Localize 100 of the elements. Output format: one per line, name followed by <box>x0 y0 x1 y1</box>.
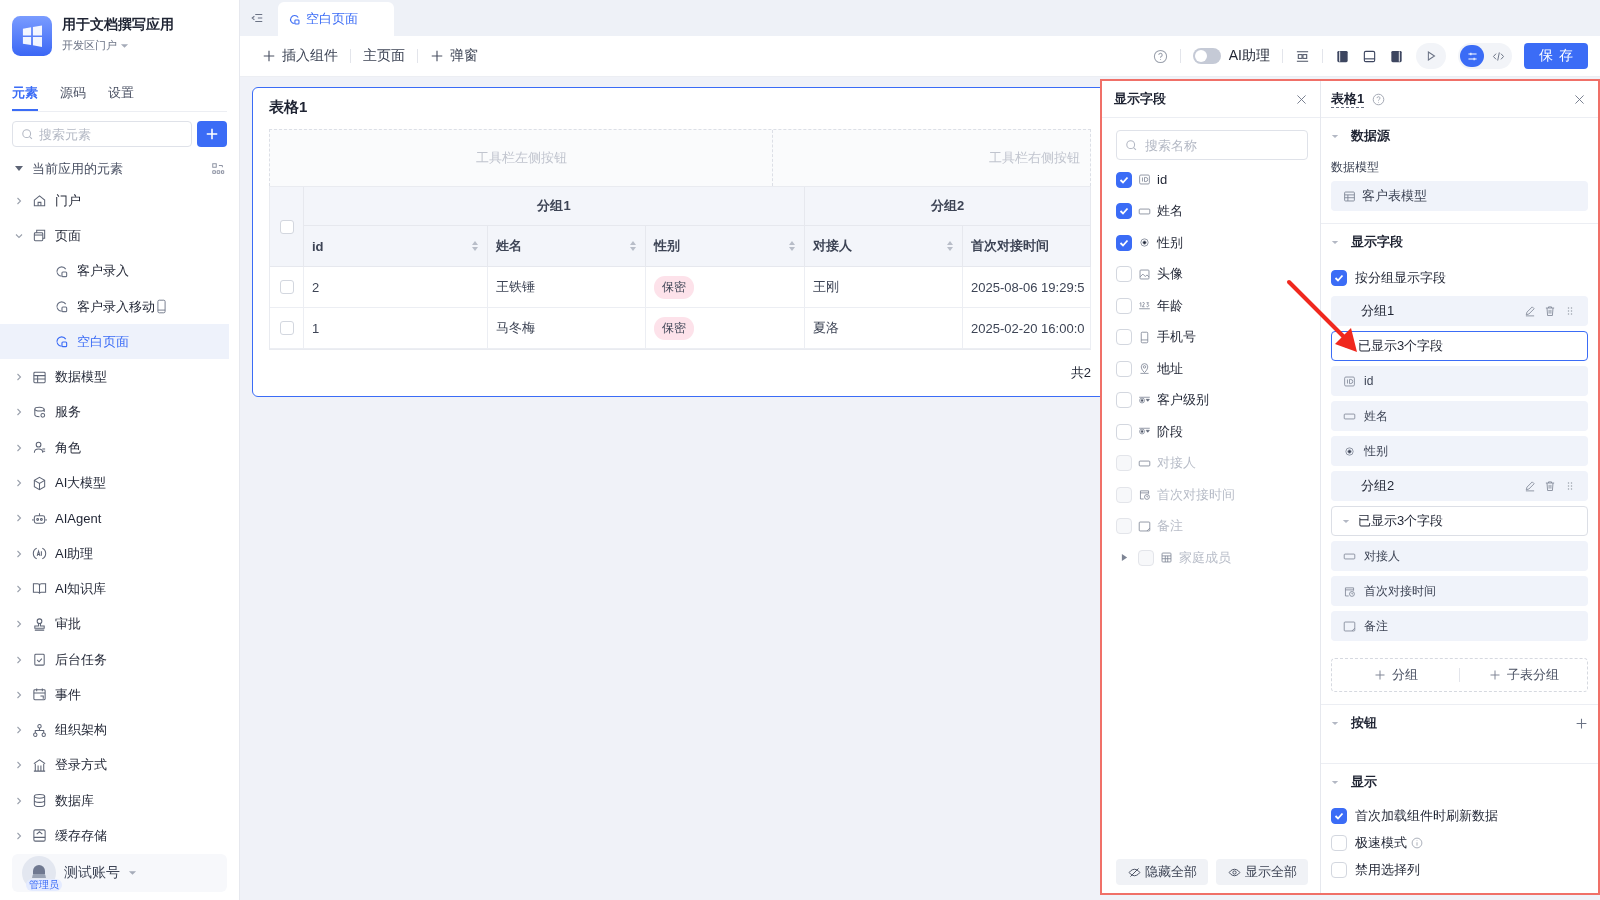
right-panel-icon[interactable] <box>1389 48 1404 64</box>
caret-icon[interactable] <box>1331 239 1339 245</box>
close-icon[interactable] <box>1295 92 1308 106</box>
help-icon[interactable] <box>1152 48 1168 64</box>
field-item[interactable]: id <box>1331 366 1588 396</box>
chevron-icon[interactable] <box>14 583 24 594</box>
layout-icon[interactable] <box>1295 48 1310 64</box>
chevron-icon[interactable] <box>14 725 24 736</box>
checkbox[interactable] <box>1116 234 1132 251</box>
tree-item[interactable]: 数据库 <box>0 783 229 819</box>
tree-item[interactable]: 缓存存储 <box>0 818 229 854</box>
add-group-button[interactable]: 分组 <box>1332 666 1459 684</box>
tree-item[interactable]: 后台任务 <box>0 641 229 678</box>
save-button[interactable]: 保存 <box>1524 43 1588 69</box>
help-icon[interactable] <box>1372 92 1386 106</box>
column-header[interactable]: 首次对接时间 <box>963 226 1091 267</box>
trash-icon[interactable] <box>1544 305 1556 317</box>
locate-icon[interactable] <box>211 162 225 176</box>
portal-switcher[interactable]: 开发区门户 <box>62 38 174 53</box>
chevron-icon[interactable] <box>14 548 24 559</box>
sidebar-tab[interactable]: 元素 <box>12 80 38 111</box>
column-header[interactable]: 姓名 <box>488 226 646 267</box>
add-icon[interactable] <box>1575 716 1588 730</box>
checkbox[interactable] <box>1116 171 1132 188</box>
show-all-button[interactable]: 显示全部 <box>1216 859 1308 885</box>
chevron-icon[interactable] <box>14 831 24 841</box>
tree-item[interactable]: AI知识库 <box>0 571 229 607</box>
tree-item[interactable]: 登录方式 <box>0 747 229 784</box>
tree-item[interactable]: AI大模型 <box>0 465 229 501</box>
checkbox[interactable] <box>1331 808 1347 824</box>
checkbox[interactable] <box>1331 270 1347 286</box>
add-button[interactable] <box>197 121 227 147</box>
hide-all-button[interactable]: 隐藏全部 <box>1116 859 1208 885</box>
field-item[interactable]: 对接人 <box>1331 541 1588 571</box>
chevron-icon[interactable] <box>14 372 24 383</box>
info-icon[interactable] <box>1411 837 1423 849</box>
edit-icon[interactable] <box>1524 480 1536 492</box>
chevron-icon[interactable] <box>14 513 24 524</box>
toggle-switch[interactable] <box>1192 48 1221 64</box>
caret-icon[interactable] <box>1331 133 1339 139</box>
chevron-icon[interactable] <box>14 760 24 771</box>
model-selector[interactable]: 客户表模型 <box>1331 181 1588 211</box>
group-row[interactable]: 分组1 <box>1331 296 1588 326</box>
chevron-icon[interactable] <box>14 689 24 700</box>
tree-item[interactable]: 客户录入 <box>0 253 229 289</box>
sidebar-tab[interactable]: 源码 <box>60 80 86 111</box>
caret-icon[interactable] <box>1331 720 1339 726</box>
chevron-icon[interactable] <box>14 442 24 453</box>
tree-item[interactable]: 空白页面 <box>0 324 229 360</box>
account-menu[interactable]: 管理员 测试账号 <box>12 854 227 892</box>
sort-icon[interactable] <box>629 240 637 252</box>
column-header[interactable]: id <box>304 226 488 267</box>
chevron-icon[interactable] <box>14 654 24 665</box>
sort-icon[interactable] <box>946 240 954 252</box>
toolbar-button[interactable]: 主页面 <box>363 47 405 65</box>
preview-button[interactable] <box>1416 43 1446 69</box>
sort-icon[interactable] <box>471 240 479 252</box>
tree-item[interactable]: 事件 <box>0 677 229 713</box>
bottom-panel-icon[interactable] <box>1362 48 1377 64</box>
collapse-caret-icon[interactable] <box>14 165 24 173</box>
insert-button[interactable]: 弹窗 <box>430 47 478 65</box>
chevron-icon[interactable] <box>14 619 24 630</box>
trash-icon[interactable] <box>1544 480 1556 492</box>
add-group-button[interactable]: 子表分组 <box>1460 666 1587 684</box>
tree-item[interactable]: 数据模型 <box>0 359 229 395</box>
collapse-header[interactable]: 已显示3个字段 <box>1331 506 1588 536</box>
tree-item[interactable]: 角色 <box>0 430 229 466</box>
field-item[interactable]: 姓名 <box>1331 401 1588 431</box>
collapse-header[interactable]: 已显示3个字段 <box>1331 331 1588 361</box>
tree-item[interactable]: 客户录入移动 <box>0 288 229 325</box>
sort-icon[interactable] <box>788 240 796 252</box>
column-header[interactable]: 性别 <box>646 226 805 267</box>
field-item[interactable]: 备注 <box>1331 611 1588 641</box>
column-header[interactable]: 对接人 <box>805 226 963 267</box>
sidebar-tab[interactable]: 设置 <box>108 80 134 111</box>
tree-item[interactable]: 页面 <box>0 218 229 254</box>
page-tab[interactable]: 空白页面 <box>278 2 394 36</box>
collapse-sidebar-icon[interactable] <box>250 11 264 25</box>
search-field[interactable]: 搜索元素 <box>12 121 192 147</box>
insert-button[interactable]: 插入组件 <box>262 47 338 65</box>
tree-item[interactable]: 门户 <box>0 183 229 219</box>
left-panel-icon[interactable] <box>1335 48 1350 64</box>
tree-item[interactable]: AIAgent <box>0 500 229 536</box>
chevron-icon[interactable] <box>14 407 24 418</box>
component-name[interactable]: 表格1 <box>1331 90 1365 108</box>
chevron-icon[interactable] <box>14 478 24 488</box>
chevron-icon[interactable] <box>14 195 24 206</box>
checkbox[interactable] <box>1116 203 1132 220</box>
caret-icon[interactable] <box>1331 779 1339 785</box>
chevron-icon[interactable] <box>14 795 24 806</box>
settings-button[interactable] <box>1460 45 1484 67</box>
tree-item[interactable]: 组织架构 <box>0 712 229 748</box>
tree-item[interactable]: AI助理 <box>0 535 229 572</box>
tree-item[interactable]: 审批 <box>0 606 229 642</box>
search-field[interactable]: 搜索名称 <box>1116 130 1308 160</box>
view-switcher[interactable] <box>1458 43 1512 69</box>
tree-item[interactable]: 服务 <box>0 394 229 431</box>
group-row[interactable]: 分组2 <box>1331 471 1588 501</box>
field-item[interactable]: 性别 <box>1331 436 1588 466</box>
edit-icon[interactable] <box>1524 305 1536 317</box>
